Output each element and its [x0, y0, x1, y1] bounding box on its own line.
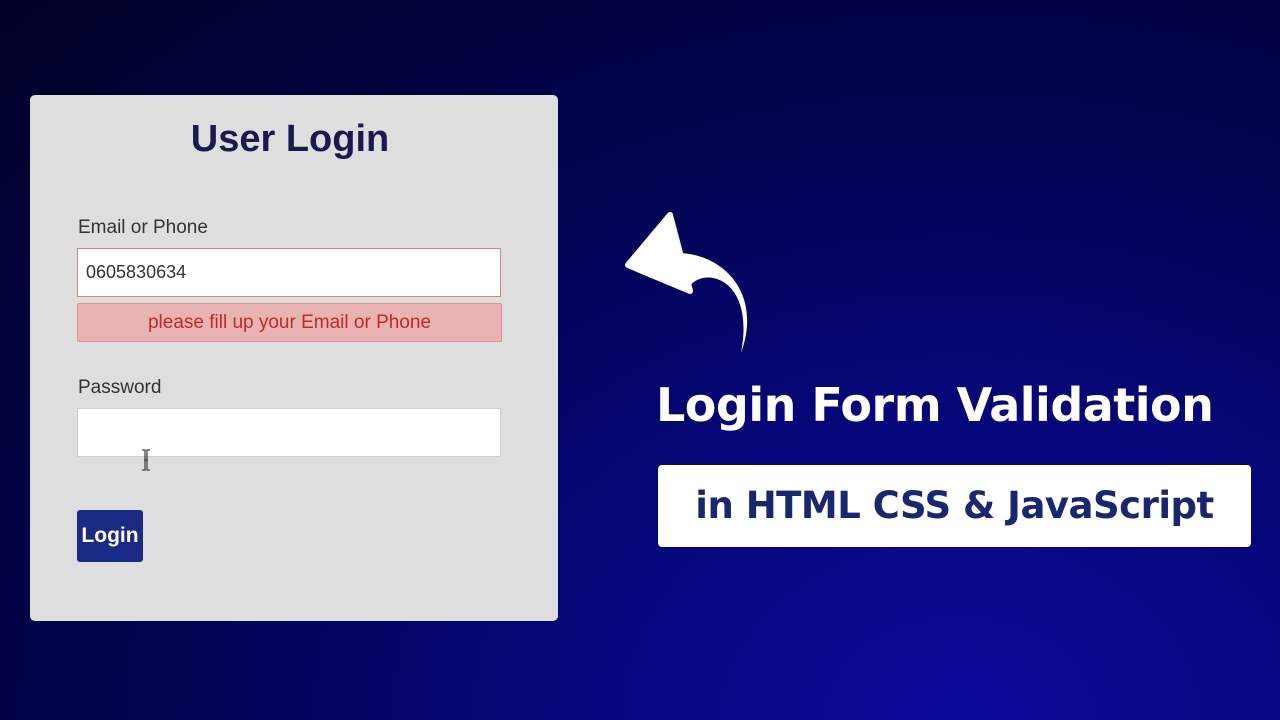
login-button[interactable]: Login: [77, 510, 143, 562]
curved-arrow-icon: [625, 212, 748, 353]
page-title: User Login: [190, 118, 390, 160]
email-error-message: please fill up your Email or Phone: [77, 303, 502, 342]
text-cursor-icon: [142, 449, 150, 471]
email-field[interactable]: [77, 248, 501, 297]
email-label: Email or Phone: [78, 217, 208, 238]
subheadline-banner: in HTML CSS & JavaScript: [658, 465, 1251, 547]
password-label: Password: [78, 377, 162, 398]
subheadline: in HTML CSS & JavaScript: [695, 484, 1214, 527]
headline: Login Form Validation: [656, 378, 1214, 432]
